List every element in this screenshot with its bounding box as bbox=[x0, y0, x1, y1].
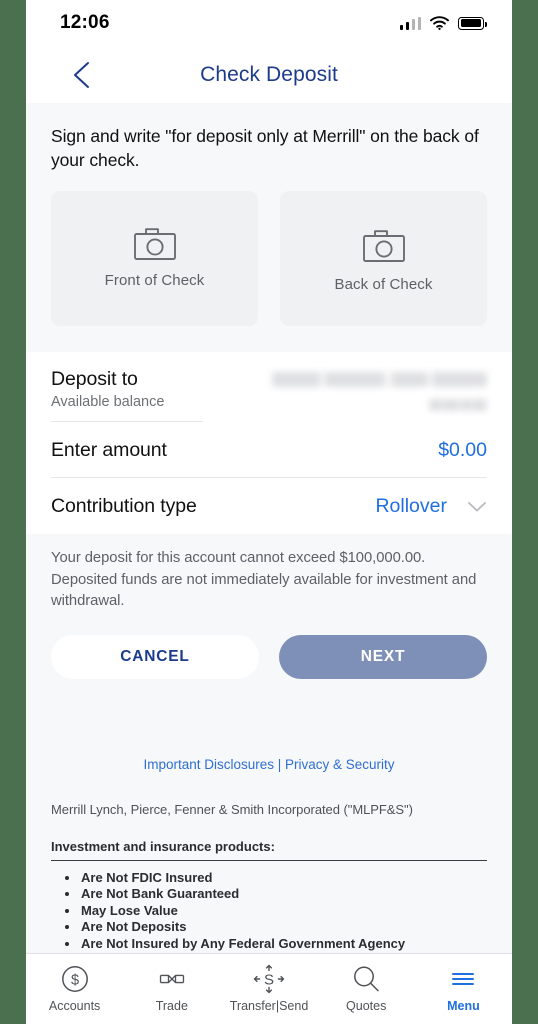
list-item: May Lose Value bbox=[51, 903, 487, 920]
deposit-limit-notice: Your deposit for this account cannot exc… bbox=[51, 550, 477, 610]
hamburger-menu-icon bbox=[452, 972, 475, 985]
contribution-type-label: Contribution type bbox=[51, 495, 197, 518]
tab-accounts[interactable]: $ Accounts bbox=[26, 964, 123, 1013]
tab-transfer-send[interactable]: S Transfer|Send bbox=[220, 964, 317, 1013]
tab-label: Quotes bbox=[346, 998, 387, 1013]
products-heading: Investment and insurance products: bbox=[51, 839, 487, 861]
list-item: Are Not FDIC Insured bbox=[51, 870, 487, 887]
chevron-down-icon[interactable] bbox=[467, 501, 487, 513]
transfer-send-icon: S bbox=[253, 964, 285, 993]
legal-entity-text: Merrill Lynch, Pierce, Fenner & Smith In… bbox=[51, 801, 413, 817]
privacy-security-link[interactable]: Privacy & Security bbox=[285, 757, 395, 772]
deposit-form: Deposit to Available balance Enter amoun… bbox=[26, 352, 512, 535]
amount-value[interactable]: $0.00 bbox=[438, 439, 487, 462]
capture-section: Sign and write "for deposit only at Merr… bbox=[26, 103, 512, 353]
back-of-check-card[interactable]: Back of Check bbox=[280, 191, 487, 327]
products-list: Are Not FDIC Insured Are Not Bank Guaran… bbox=[51, 870, 487, 953]
tab-label: Menu bbox=[447, 998, 480, 1013]
status-time: 12:06 bbox=[60, 12, 110, 33]
tab-trade[interactable]: Trade bbox=[123, 964, 220, 1013]
enter-amount-row[interactable]: Enter amount $0.00 bbox=[51, 422, 487, 477]
svg-text:$: $ bbox=[71, 972, 79, 988]
page-title: Check Deposit bbox=[200, 62, 338, 86]
camera-icon bbox=[133, 228, 176, 261]
tab-label: Transfer|Send bbox=[229, 998, 309, 1013]
front-of-check-card[interactable]: Front of Check bbox=[51, 191, 258, 327]
lower-section: Your deposit for this account cannot exc… bbox=[26, 534, 512, 953]
deposit-account-value-redacted bbox=[272, 372, 487, 388]
battery-full-icon bbox=[458, 16, 487, 30]
instruction-text: Sign and write "for deposit only at Merr… bbox=[51, 126, 479, 170]
deposit-to-row[interactable]: Deposit to Available balance bbox=[51, 352, 487, 421]
status-bar: 12:06 bbox=[26, 0, 512, 46]
footer: Important Disclosures | Privacy & Securi… bbox=[26, 679, 512, 953]
list-item: Are Not Deposits bbox=[51, 919, 487, 936]
list-item: Are Not Insured by Any Federal Governmen… bbox=[51, 936, 487, 953]
deposit-to-label: Deposit to bbox=[51, 368, 138, 391]
action-buttons: CANCEL NEXT bbox=[26, 613, 512, 679]
enter-amount-label: Enter amount bbox=[51, 439, 167, 462]
link-separator: | bbox=[274, 756, 286, 772]
next-button[interactable]: NEXT bbox=[279, 634, 487, 679]
front-of-check-label: Front of Check bbox=[104, 272, 205, 290]
svg-text:S: S bbox=[264, 971, 274, 988]
important-disclosures-link[interactable]: Important Disclosures bbox=[143, 757, 274, 772]
contribution-type-row[interactable]: Contribution type Rollover bbox=[51, 478, 487, 534]
tab-label: Accounts bbox=[48, 998, 101, 1013]
cancel-button[interactable]: CANCEL bbox=[51, 634, 259, 679]
status-icons bbox=[399, 16, 487, 30]
bottom-tab-bar: $ Accounts Trade S Transfer|Send Quotes … bbox=[26, 952, 512, 1024]
tab-menu[interactable]: Menu bbox=[415, 964, 512, 1013]
wifi-icon bbox=[430, 16, 449, 30]
search-icon bbox=[354, 966, 379, 992]
tab-label: Trade bbox=[155, 998, 188, 1013]
chevron-left-icon[interactable] bbox=[70, 60, 94, 90]
dollar-circle-icon: $ bbox=[61, 965, 88, 992]
available-balance-label: Available balance bbox=[51, 394, 165, 411]
footer-links: Important Disclosures | Privacy & Securi… bbox=[51, 757, 487, 772]
back-of-check-label: Back of Check bbox=[334, 276, 433, 294]
signal-bars-icon bbox=[399, 16, 421, 30]
tab-quotes[interactable]: Quotes bbox=[318, 964, 415, 1013]
phone-screen: 12:06 Check Deposit Sign and write "for … bbox=[26, 0, 512, 1024]
available-balance-value-redacted bbox=[429, 399, 487, 412]
contribution-type-value[interactable]: Rollover bbox=[375, 495, 447, 518]
nav-header: Check Deposit bbox=[26, 46, 512, 103]
list-item: Are Not Bank Guaranteed bbox=[51, 886, 487, 903]
capture-cards: Front of Check Back of Check bbox=[51, 191, 487, 327]
camera-icon bbox=[362, 230, 405, 263]
trade-icon bbox=[159, 974, 184, 983]
